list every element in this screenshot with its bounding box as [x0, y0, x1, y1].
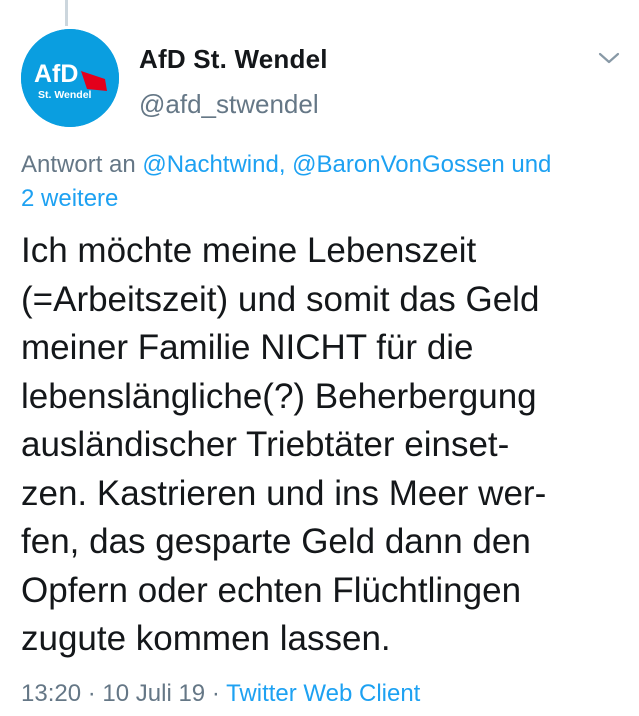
tweet-time[interactable]: 13:20 [21, 680, 81, 707]
avatar-logo-text: AfD [34, 60, 78, 88]
mention-link[interactable]: @BaronVonGossen [292, 151, 505, 178]
tweet-text-line: Ich möchte meine Lebenszeit [21, 231, 477, 270]
reply-prefix: Antwort an [21, 151, 136, 178]
display-name[interactable]: AfD St. Wendel [139, 44, 328, 75]
afd-logo-icon: AfD St. Wendel [21, 29, 119, 127]
chevron-down-icon[interactable] [597, 48, 621, 68]
avatar[interactable]: AfD St. Wendel [21, 29, 119, 127]
tweet-metadata: 13:20 · 10 Juli 19 · Twitter Web Client [21, 680, 420, 708]
tweet-text-line: Opfern oder echten Flüchtlingen [21, 570, 522, 610]
mention-link[interactable]: und [511, 151, 551, 178]
more-mentions-link[interactable]: 2 weitere [21, 185, 118, 212]
client-link[interactable]: Twitter Web Client [226, 680, 420, 707]
tweet-text-line: meiner Familie NICHT für die [21, 328, 474, 367]
tweet-text-line: lebenslängliche(?) Beherbergung [21, 376, 537, 416]
separator-dot: · [87, 680, 96, 707]
tweet-text-line: ausländischer Triebtäter einset- [21, 425, 510, 464]
tweet-text-line: zen. Kastrieren und ins Meer wer- [21, 473, 547, 513]
tweet-text: Ich möchte meine Lebenszeit (=Arbeitszei… [21, 227, 633, 664]
avatar-logo-subtext: St. Wendel [38, 89, 92, 101]
mention-link[interactable]: @Nachtwind, [142, 151, 285, 178]
thread-connector-line [65, 0, 68, 26]
tweet-text-line: (=Arbeitszeit) und somit das Geld [21, 279, 540, 319]
separator-dot: · [211, 680, 220, 707]
user-handle[interactable]: @afd_stwendel [139, 89, 319, 120]
tweet-text-line: fen, das gesparte Geld dann den [21, 522, 531, 561]
tweet-text-line: zugute kommen lassen. [21, 619, 391, 658]
reply-context: Antwort an @Nachtwind, @BaronVonGossen u… [21, 148, 626, 216]
tweet-date[interactable]: 10 Juli 19 [102, 680, 205, 707]
